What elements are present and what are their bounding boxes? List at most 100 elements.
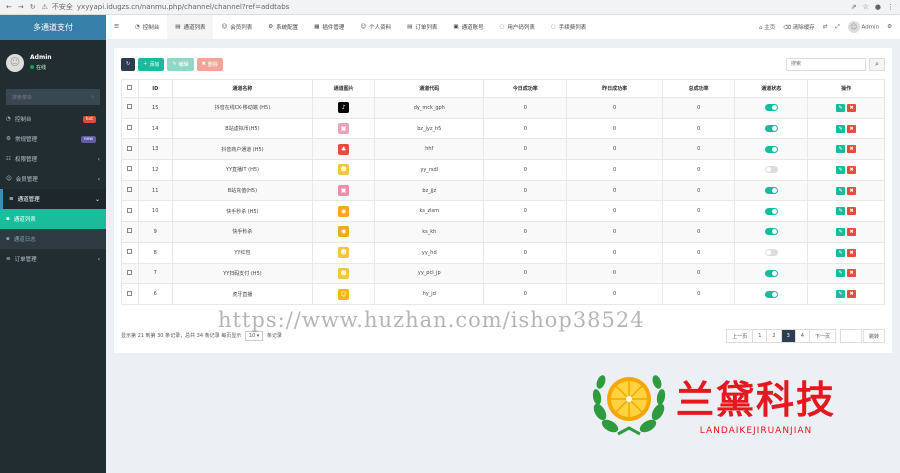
sidebar-logo[interactable]: 多通道支付 [0, 15, 106, 40]
next-page-button[interactable]: 下一页 [808, 329, 836, 343]
home-link[interactable]: ⌂ 主页 [759, 23, 775, 31]
edit-row-button[interactable]: ✎ [836, 103, 846, 112]
edit-row-button[interactable]: ✎ [836, 290, 846, 299]
row-checkbox[interactable] [121, 283, 139, 305]
search-button[interactable]: ⌕ [869, 57, 885, 71]
sidebar-search[interactable]: 搜索菜单 ⌕ [6, 89, 100, 105]
edit-row-button[interactable]: ✎ [836, 124, 846, 133]
address-bar[interactable]: ⚠ 不安全 yxyyapi.idugzs.cn/nanmu.php/channe… [42, 2, 845, 12]
per-page-select[interactable]: 10 ▾ [244, 331, 264, 341]
tab-fee-list[interactable]: ◌ 手续费列表 [543, 15, 594, 39]
status-toggle[interactable] [764, 228, 778, 236]
col-code[interactable]: 通道代码 [374, 79, 485, 98]
status-toggle[interactable] [764, 249, 778, 257]
col-yesterday-rate[interactable]: 昨日成功率 [566, 79, 663, 98]
edit-row-button[interactable]: ✎ [836, 269, 846, 278]
sidebar-item-dashboard[interactable]: ◔ 控制台 hot [0, 109, 106, 129]
col-name[interactable]: 通道名称 [171, 79, 314, 98]
edit-row-button[interactable]: ✎ [836, 186, 846, 195]
page-1-button[interactable]: 1 [752, 329, 768, 343]
delete-row-button[interactable]: ✖ [847, 269, 857, 278]
status-toggle[interactable] [764, 145, 778, 153]
page-4-button[interactable]: 4 [794, 329, 810, 343]
row-checkbox[interactable] [121, 262, 139, 285]
status-toggle[interactable] [764, 207, 778, 215]
more-icon[interactable]: ⋮ [887, 3, 894, 11]
profile-icon[interactable]: ● [875, 3, 881, 11]
delete-row-button[interactable]: ✖ [847, 186, 857, 195]
refresh-button[interactable]: ↻ [121, 57, 136, 71]
edit-row-button[interactable]: ✎ [836, 145, 846, 154]
delete-row-button[interactable]: ✖ [847, 165, 857, 174]
edit-button[interactable]: ✎ 编辑 [167, 57, 194, 71]
row-checkbox[interactable] [121, 221, 139, 243]
search-icon[interactable]: ⌕ [91, 94, 94, 100]
page-3-button[interactable]: 3 [780, 329, 796, 343]
row-checkbox[interactable] [121, 200, 139, 223]
admin-menu[interactable]: ☺ Admin [847, 21, 879, 33]
tab-order-list[interactable]: ▤ 订单列表 [399, 15, 445, 39]
status-toggle[interactable] [764, 166, 778, 174]
status-toggle[interactable] [764, 125, 778, 133]
delete-row-button[interactable]: ✖ [847, 227, 857, 236]
table-row[interactable]: 14 B站虚拟币(H5) ▣ bz_jyz_h5 0 0 0 ✎ ✖ [121, 117, 885, 140]
edit-row-button[interactable]: ✎ [836, 248, 846, 257]
delete-row-button[interactable]: ✖ [847, 248, 857, 257]
table-row[interactable]: 7 YY扫码支付 (H5) ☻ yy_pcl_jp 0 0 0 ✎ ✖ [121, 262, 885, 285]
table-row[interactable]: 15 抖音在线CK-移动端 (H5) ♪ dy_mck_gph 0 0 0 ✎ ✖ [121, 97, 885, 119]
tab-profile[interactable]: ☺ 个人资料 [352, 15, 399, 39]
tab-channel-list[interactable]: ▤ 通道列表 [167, 15, 214, 39]
row-checkbox[interactable] [121, 159, 139, 181]
jump-page-input[interactable] [839, 329, 862, 343]
edit-row-button[interactable]: ✎ [836, 165, 846, 174]
sidebar-item-channel-list[interactable]: ▪ 通道列表 [0, 209, 106, 229]
table-row[interactable]: 11 B站充值(H5) ▣ bz_jjz 0 0 0 ✎ ✖ [121, 179, 885, 202]
prev-page-button[interactable]: 上一页 [726, 329, 754, 343]
menu-toggle-icon[interactable]: ☰ [106, 15, 127, 39]
edit-row-button[interactable]: ✎ [836, 207, 846, 216]
row-checkbox[interactable] [121, 138, 139, 161]
delete-row-button[interactable]: ✖ [847, 145, 857, 154]
col-total-rate[interactable]: 总成功率 [661, 79, 736, 98]
tab-member-list[interactable]: ☺ 会员列表 [213, 15, 260, 39]
sidebar-item-channel[interactable]: ≡ 通道管理 ⌄ [0, 189, 106, 209]
sidebar-item-order[interactable]: ≡ 订单管理 ‹ [0, 249, 106, 269]
tab-dashboard[interactable]: ◔ 控制台 [127, 15, 167, 39]
delete-row-button[interactable]: ✖ [847, 290, 857, 299]
tab-user-code[interactable]: ◌ 用户码列表 [492, 15, 543, 39]
delete-row-button[interactable]: ✖ [847, 103, 857, 112]
share-icon[interactable]: ⇗ [851, 3, 857, 11]
star-icon[interactable]: ☆ [863, 3, 869, 11]
jump-button[interactable]: 跳转 [862, 329, 885, 343]
edit-row-button[interactable]: ✎ [836, 227, 846, 236]
row-checkbox[interactable] [121, 117, 139, 140]
status-toggle[interactable] [764, 187, 778, 195]
status-toggle[interactable] [764, 104, 778, 112]
sidebar-item-member[interactable]: ☺ 会员管理 ‹ [0, 169, 106, 189]
table-row[interactable]: 6 虎牙直播 ☺ hy_jd 0 0 0 ✎ ✖ [121, 283, 885, 305]
col-today-rate[interactable]: 今日成功率 [483, 79, 568, 98]
back-icon[interactable]: ← [6, 3, 12, 11]
table-row[interactable]: 13 抖音商户通道 (H5) ♣ hhf 0 0 0 ✎ ✖ [121, 138, 885, 161]
row-checkbox[interactable] [121, 241, 139, 264]
row-checkbox[interactable] [121, 97, 139, 119]
add-button[interactable]: + 添加 [138, 57, 165, 71]
sidebar-item-channel-log[interactable]: ▪ 通道日志 [0, 229, 106, 249]
translate-icon[interactable]: ⇄ [823, 24, 828, 30]
fullscreen-icon[interactable]: ⤢ [835, 24, 839, 31]
clear-cache-link[interactable]: ⌫ 清除缓存 [783, 23, 815, 31]
tab-system-config[interactable]: ⚙ 系统配置 [260, 15, 306, 39]
status-toggle[interactable] [764, 290, 778, 298]
page-2-button[interactable]: 2 [766, 329, 782, 343]
forward-icon[interactable]: → [18, 3, 24, 11]
table-row[interactable]: 12 YY直播IT (H5) ☻ yy_rsdl 0 0 0 ✎ ✖ [121, 159, 885, 181]
search-input[interactable] [786, 57, 866, 71]
tab-plugin[interactable]: ▦ 插件管理 [306, 15, 352, 39]
delete-row-button[interactable]: ✖ [847, 207, 857, 216]
table-row[interactable]: 9 快手秒杀 ◉ ks_kh 0 0 0 ✎ ✖ [121, 221, 885, 243]
select-all-checkbox[interactable] [121, 79, 139, 98]
col-id[interactable]: ID [137, 79, 173, 98]
table-row[interactable]: 8 YY红包 ☻ yy_hd 0 0 0 ✎ ✖ [121, 241, 885, 264]
row-checkbox[interactable] [121, 179, 139, 202]
table-row[interactable]: 10 快手秒杀 (H5) ◉ ks_zlsm 0 0 0 ✎ ✖ [121, 200, 885, 223]
